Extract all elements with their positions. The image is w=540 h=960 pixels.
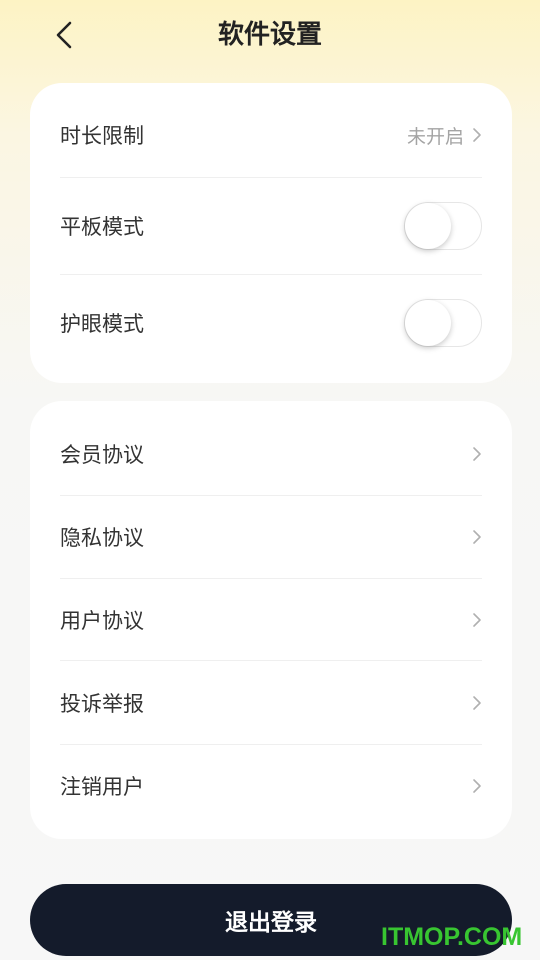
time-limit-status: 未开启: [406, 125, 464, 148]
time-limit-label: 时长限制: [60, 124, 144, 148]
chevron-right-icon: [473, 779, 481, 793]
divider: [60, 177, 482, 178]
chevron-right-icon: [473, 128, 481, 142]
divider: [60, 495, 482, 496]
chevron-right-icon: [473, 613, 481, 627]
page-title: 软件设置: [217, 20, 322, 50]
toggle-knob: [405, 203, 451, 249]
link-row-delete-account[interactable]: 注销用户: [60, 766, 482, 806]
eye-care-mode-label: 护眼模式: [60, 312, 144, 336]
toggle-knob: [405, 300, 451, 346]
link-row-membership-agreement[interactable]: 会员协议: [60, 434, 482, 474]
watermark: ITMOP.COM: [381, 923, 523, 951]
link-row-user-agreement[interactable]: 用户协议: [60, 600, 482, 640]
tablet-mode-row: 平板模式: [60, 201, 482, 251]
eye-care-mode-toggle[interactable]: [404, 299, 482, 347]
link-label: 用户协议: [60, 609, 144, 633]
chevron-right-icon: [473, 447, 481, 461]
header-bar: 软件设置: [0, 0, 540, 70]
links-card: 会员协议 隐私协议 用户协议 投诉举报 注销用户: [30, 401, 512, 839]
divider: [60, 744, 482, 745]
divider: [60, 578, 482, 579]
settings-card: 时长限制 未开启 平板模式 护眼模式: [30, 83, 512, 383]
time-limit-row[interactable]: 时长限制 未开启: [60, 115, 482, 155]
link-label: 投诉举报: [60, 692, 144, 716]
eye-care-mode-row: 护眼模式: [60, 298, 482, 348]
chevron-right-icon: [473, 530, 481, 544]
tablet-mode-label: 平板模式: [60, 215, 144, 239]
link-row-complaint-report[interactable]: 投诉举报: [60, 683, 482, 723]
link-label: 注销用户: [60, 775, 144, 799]
link-label: 隐私协议: [60, 526, 144, 550]
chevron-right-icon: [473, 696, 481, 710]
link-label: 会员协议: [60, 443, 144, 467]
tablet-mode-toggle[interactable]: [404, 202, 482, 250]
link-row-privacy-agreement[interactable]: 隐私协议: [60, 517, 482, 557]
divider: [60, 274, 482, 275]
divider: [60, 660, 482, 661]
